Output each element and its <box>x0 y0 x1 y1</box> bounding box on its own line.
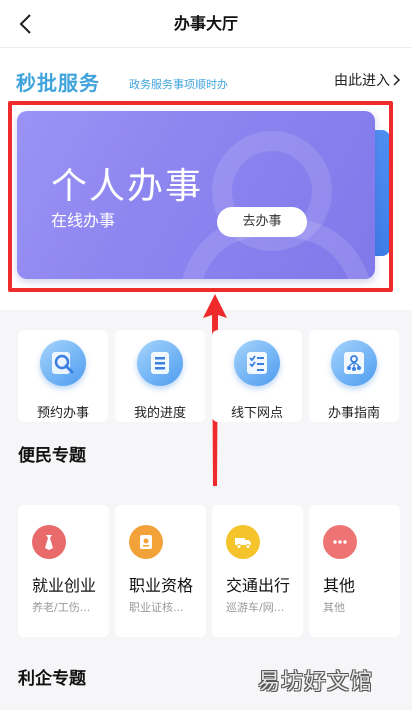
quick-action-icon <box>234 340 280 386</box>
card-title: 职业资格 <box>129 576 194 595</box>
checklist-icon <box>247 352 267 374</box>
guide-icon <box>344 352 364 374</box>
certificate-icon <box>140 535 152 549</box>
more-icon <box>333 540 347 544</box>
quick-action-guide[interactable]: 办事指南 <box>309 330 399 422</box>
truck-icon <box>235 538 251 549</box>
watermark: 易坊好文馆 <box>258 670 374 695</box>
quick-action-icon <box>40 340 86 386</box>
enter-label: 由此进入 <box>334 73 390 89</box>
quick-action-label: 办事指南 <box>327 406 380 421</box>
top-bar: 办事大厅 <box>0 0 412 48</box>
quick-action-appointment[interactable]: 预约办事 <box>18 330 108 422</box>
search-icon <box>52 352 74 374</box>
quick-action-label: 我的进度 <box>133 406 186 421</box>
card-transport[interactable]: 交通出行 巡游车/网... <box>212 505 303 637</box>
card-icon <box>323 525 357 559</box>
tie-icon <box>45 535 53 550</box>
card-icon <box>32 525 66 559</box>
card-description: 巡游车/网... <box>226 601 285 614</box>
quick-action-icon <box>137 340 183 386</box>
card-icon <box>226 525 260 559</box>
convenience-section-title: 便民专题 <box>18 446 86 466</box>
card-title: 就业创业 <box>32 576 97 595</box>
card-description: 养老/工伤... <box>32 601 91 614</box>
chevron-right-icon <box>393 74 401 86</box>
highlight-box <box>8 101 393 292</box>
quick-action-offline-outlets[interactable]: 线下网点 <box>212 330 302 422</box>
card-title: 其他 <box>323 576 356 595</box>
quick-action-label: 线下网点 <box>230 406 283 421</box>
quick-action-label: 预约办事 <box>36 406 89 421</box>
card-description: 职业证核... <box>129 601 184 614</box>
enter-link[interactable]: 由此进入 <box>334 70 402 90</box>
quick-action-progress[interactable]: 我的进度 <box>115 330 205 422</box>
card-employment[interactable]: 就业创业 养老/工伤... <box>18 505 109 637</box>
card-description: 其他 <box>323 601 345 614</box>
card-title: 交通出行 <box>226 576 291 595</box>
seckill-subtitle: 政务服务事项顺时办 <box>129 78 228 91</box>
card-icon <box>129 525 163 559</box>
seckill-title: 秒批服务 <box>16 71 100 95</box>
card-qualification[interactable]: 职业资格 职业证核... <box>115 505 206 637</box>
enterprise-section-title: 利企专题 <box>18 669 86 689</box>
list-icon <box>151 352 169 374</box>
page-title: 办事大厅 <box>173 14 238 33</box>
card-other[interactable]: 其他 其他 <box>309 505 400 637</box>
quick-action-icon <box>331 340 377 386</box>
